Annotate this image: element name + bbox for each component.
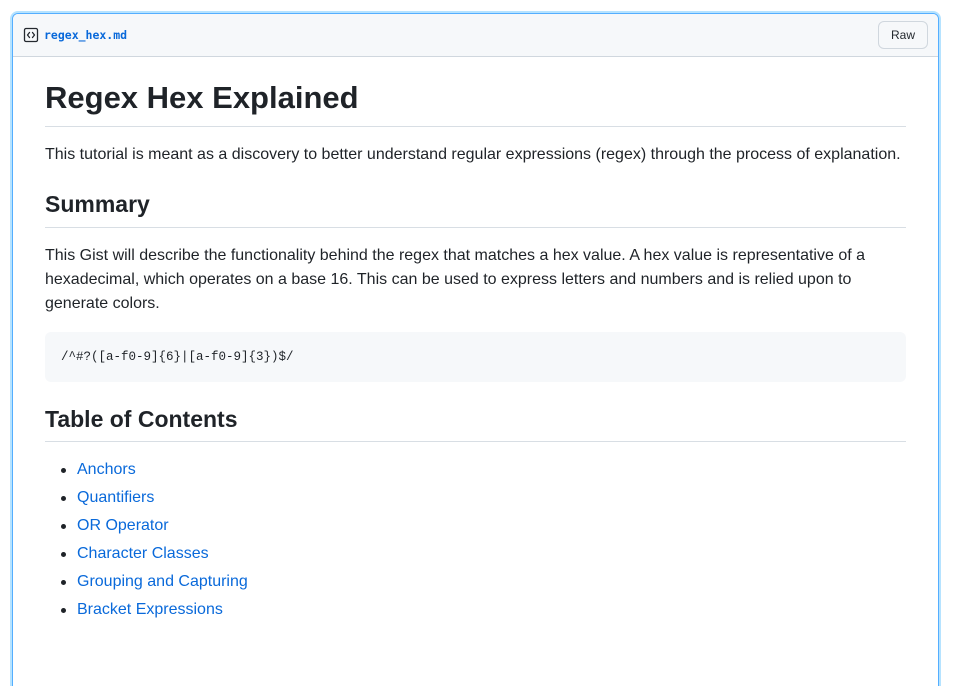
summary-paragraph: This Gist will describe the functionalit… (45, 246, 866, 312)
toc-item: Anchors (61, 458, 906, 482)
page-title: Regex Hex Explained (45, 79, 906, 128)
toc-link-character-classes[interactable]: Character Classes (77, 542, 209, 566)
toc-item: Grouping and Capturing (61, 570, 906, 594)
bullet (61, 495, 66, 501)
bullet (61, 467, 66, 473)
file-name-link[interactable]: regex_hex.md (44, 28, 127, 42)
file-header: regex_hex.md Raw (13, 14, 938, 57)
bullet (61, 551, 66, 557)
toc-item: Character Classes (61, 542, 906, 566)
toc-link-grouping-capturing[interactable]: Grouping and Capturing (77, 570, 248, 594)
toc-item: Quantifiers (61, 486, 906, 510)
toc-link-quantifiers[interactable]: Quantifiers (77, 486, 154, 510)
toc-link-anchors[interactable]: Anchors (77, 458, 136, 482)
toc-link-bracket-expressions[interactable]: Bracket Expressions (77, 598, 223, 622)
raw-button[interactable]: Raw (877, 21, 928, 49)
bullet (61, 523, 66, 529)
toc-item: Bracket Expressions (61, 598, 906, 622)
bullet (61, 579, 66, 585)
file-name-wrap: regex_hex.md (23, 27, 127, 43)
code-file-icon (23, 27, 39, 43)
regex-code: /^#?([a-f0-9]{6}|[a-f0-9]{3})$/ (61, 349, 294, 364)
summary-heading: Summary (45, 191, 906, 228)
toc-list: Anchors Quantifiers OR Operator Characte… (45, 458, 906, 622)
toc-heading: Table of Contents (45, 406, 906, 443)
markdown-body: Regex Hex Explained This tutorial is mea… (13, 57, 938, 622)
toc-link-or-operator[interactable]: OR Operator (77, 514, 169, 538)
intro-paragraph: This tutorial is meant as a discovery to… (45, 146, 901, 164)
gist-file: regex_hex.md Raw Regex Hex Explained Thi… (12, 13, 939, 686)
regex-code-block: /^#?([a-f0-9]{6}|[a-f0-9]{3})$/ (45, 331, 906, 382)
bullet (61, 607, 66, 613)
toc-item: OR Operator (61, 514, 906, 538)
